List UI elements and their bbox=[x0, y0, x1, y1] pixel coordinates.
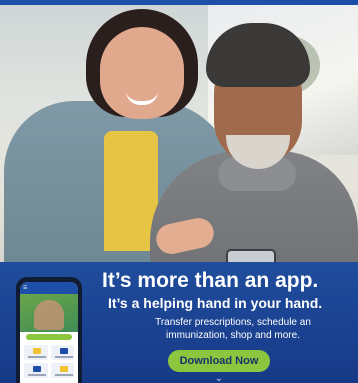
body-text: Transfer prescriptions, schedule an immu… bbox=[155, 317, 311, 341]
mockup-tile bbox=[24, 363, 48, 378]
mockup-tile bbox=[50, 363, 74, 378]
mockup-app-header: ☰ bbox=[20, 282, 78, 294]
hamburger-menu-icon: ☰ bbox=[23, 285, 28, 291]
phone-mockup-screen: ☰ bbox=[20, 282, 78, 383]
app-promo-banner: ☰ It’s more than an app. It’s a helping … bbox=[0, 0, 358, 383]
hero-photo bbox=[0, 5, 358, 263]
mockup-tile bbox=[50, 345, 74, 360]
download-now-button[interactable]: Download Now bbox=[168, 350, 270, 372]
held-phone bbox=[226, 249, 276, 263]
mockup-hero-image bbox=[20, 294, 78, 332]
chevron-down-icon[interactable]: ⌄ bbox=[211, 374, 227, 383]
headline: It’s more than an app. bbox=[102, 269, 319, 292]
tile-icon bbox=[33, 366, 41, 372]
mockup-people-illustration bbox=[34, 300, 64, 330]
tile-icon bbox=[59, 348, 68, 354]
subheadline: It’s a helping hand in your hand. bbox=[108, 295, 323, 311]
tile-icon bbox=[33, 348, 41, 354]
mockup-tile-grid bbox=[20, 342, 78, 381]
woman-face bbox=[100, 27, 184, 119]
mockup-green-button bbox=[26, 334, 72, 340]
tile-icon bbox=[59, 366, 68, 372]
mockup-tile bbox=[24, 345, 48, 360]
phone-mockup: ☰ bbox=[16, 277, 82, 383]
